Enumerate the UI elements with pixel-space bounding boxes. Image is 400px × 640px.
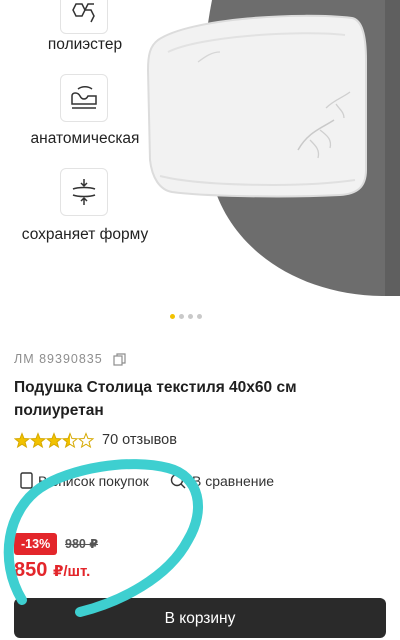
compare-label: В сравнение	[192, 473, 275, 489]
reviews-link[interactable]: 70 отзывов	[102, 432, 177, 448]
add-to-list-label: В список покупок	[38, 473, 149, 489]
current-price: 850 ₽/шт.	[14, 559, 90, 582]
discount-badge: -13%	[14, 533, 58, 555]
add-to-cart-button[interactable]: В корзину	[14, 598, 386, 638]
pagination-dot[interactable]	[188, 314, 193, 319]
copy-icon[interactable]	[113, 353, 126, 366]
pagination-dot[interactable]	[197, 314, 202, 319]
pagination-dot[interactable]	[170, 314, 175, 319]
star-half-icon	[61, 432, 79, 449]
star-icon	[29, 432, 47, 449]
star-empty-icon	[77, 432, 95, 449]
product-title: Подушка Столица текстиля 40х60 см полиур…	[14, 379, 297, 419]
honeycomb-icon	[60, 0, 108, 34]
pagination-dot[interactable]	[179, 314, 184, 319]
price-value: 850	[14, 559, 48, 581]
gallery-pagination[interactable]	[170, 314, 210, 322]
product-gallery[interactable]: полиэстер анатомическая сохраняет форму	[0, 0, 400, 300]
price-unit: ₽/шт.	[52, 563, 91, 580]
anatomic-icon	[60, 74, 108, 122]
compress-icon	[60, 168, 108, 216]
feature-label: полиэстер	[47, 36, 123, 53]
star-icon	[45, 432, 63, 449]
rating-stars	[14, 432, 95, 449]
feature-label: анатомическая	[30, 130, 140, 147]
compare-icon	[170, 473, 186, 489]
bookmark-icon	[20, 472, 33, 489]
feature-label: сохраняет форму	[21, 226, 149, 243]
product-sku: ЛМ 89390835	[14, 352, 103, 366]
old-price: 980 ₽	[65, 537, 99, 551]
star-icon	[14, 432, 31, 449]
